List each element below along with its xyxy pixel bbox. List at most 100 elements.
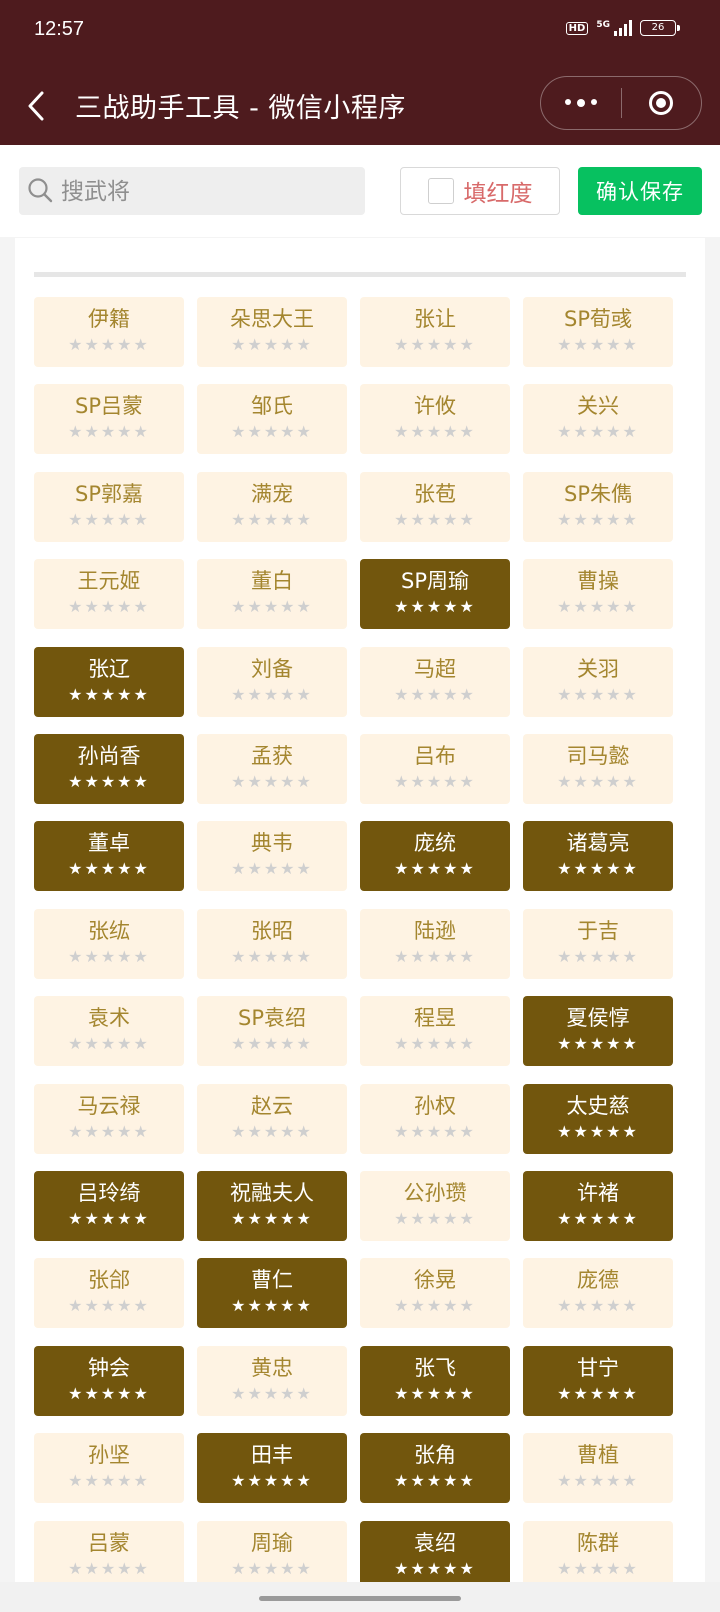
star-rating[interactable]: ★★★★★ — [197, 1209, 347, 1229]
star-rating[interactable]: ★★★★★ — [34, 685, 184, 705]
star-rating[interactable]: ★★★★★ — [360, 1559, 510, 1579]
star-rating[interactable]: ★★★★★ — [197, 772, 347, 792]
star-rating[interactable]: ★★★★★ — [34, 1034, 184, 1054]
star-rating[interactable]: ★★★★★ — [34, 422, 184, 442]
star-rating[interactable]: ★★★★★ — [34, 947, 184, 967]
star-rating[interactable]: ★★★★★ — [197, 1034, 347, 1054]
general-card[interactable]: 赵云 ★★★★★ — [197, 1083, 347, 1154]
general-card[interactable]: SP周瑜 ★★★★★ — [360, 559, 510, 630]
general-card[interactable]: 孟获 ★★★★★ — [197, 734, 347, 804]
more-button[interactable] — [541, 99, 621, 107]
general-card[interactable]: SP朱儁 ★★★★★ — [523, 471, 673, 542]
star-rating[interactable]: ★★★★★ — [360, 1471, 510, 1491]
general-card[interactable]: 朵思大王 ★★★★★ — [197, 297, 347, 367]
star-rating[interactable]: ★★★★★ — [523, 1122, 673, 1142]
star-rating[interactable]: ★★★★★ — [523, 1384, 673, 1404]
star-rating[interactable]: ★★★★★ — [34, 1471, 184, 1491]
star-rating[interactable]: ★★★★★ — [360, 1209, 510, 1229]
fill-red-toggle[interactable]: 填红度 — [400, 167, 560, 215]
general-card[interactable]: 马云禄 ★★★★★ — [34, 1083, 184, 1154]
star-rating[interactable]: ★★★★★ — [523, 597, 673, 617]
general-card[interactable]: 张纮 ★★★★★ — [34, 908, 184, 979]
general-card[interactable]: 关羽 ★★★★★ — [523, 646, 673, 717]
star-rating[interactable]: ★★★★★ — [360, 859, 510, 879]
general-card[interactable]: 公孙瓒 ★★★★★ — [360, 1171, 510, 1241]
star-rating[interactable]: ★★★★★ — [360, 422, 510, 442]
fill-red-checkbox[interactable] — [427, 178, 454, 204]
general-card[interactable]: 王元姬 ★★★★★ — [34, 559, 184, 630]
star-rating[interactable]: ★★★★★ — [197, 947, 347, 967]
star-rating[interactable]: ★★★★★ — [523, 422, 673, 442]
general-card[interactable]: 张辽 ★★★★★ — [34, 646, 184, 717]
star-rating[interactable]: ★★★★★ — [360, 597, 510, 617]
close-mini-program-button[interactable] — [622, 91, 702, 115]
star-rating[interactable]: ★★★★★ — [523, 859, 673, 879]
star-rating[interactable]: ★★★★★ — [360, 510, 510, 530]
home-indicator[interactable] — [259, 1596, 461, 1601]
general-card[interactable]: 田丰 ★★★★★ — [197, 1433, 347, 1504]
general-card[interactable]: 孙坚 ★★★★★ — [34, 1433, 184, 1504]
general-card[interactable]: 张角 ★★★★★ — [360, 1433, 510, 1504]
general-card[interactable]: SP荀彧 ★★★★★ — [523, 297, 673, 367]
star-rating[interactable]: ★★★★★ — [523, 335, 673, 355]
star-rating[interactable]: ★★★★★ — [34, 859, 184, 879]
general-card[interactable]: 典韦 ★★★★★ — [197, 821, 347, 892]
general-card[interactable]: 张郃 ★★★★★ — [34, 1258, 184, 1329]
general-card[interactable]: 董卓 ★★★★★ — [34, 821, 184, 892]
general-card[interactable]: 马超 ★★★★★ — [360, 646, 510, 717]
back-button[interactable] — [26, 90, 46, 126]
star-rating[interactable]: ★★★★★ — [197, 510, 347, 530]
general-card[interactable]: 袁术 ★★★★★ — [34, 996, 184, 1067]
general-card[interactable]: 孙权 ★★★★★ — [360, 1083, 510, 1154]
general-card[interactable]: 庞统 ★★★★★ — [360, 821, 510, 892]
star-rating[interactable]: ★★★★★ — [34, 1384, 184, 1404]
general-card[interactable]: 于吉 ★★★★★ — [523, 908, 673, 979]
general-card[interactable]: 周瑜 ★★★★★ — [197, 1520, 347, 1591]
general-card[interactable]: 程昱 ★★★★★ — [360, 996, 510, 1067]
general-card[interactable]: 袁绍 ★★★★★ — [360, 1520, 510, 1591]
star-rating[interactable]: ★★★★★ — [34, 1209, 184, 1229]
general-card[interactable]: 吕蒙 ★★★★★ — [34, 1520, 184, 1591]
general-card[interactable]: SP郭嘉 ★★★★★ — [34, 471, 184, 542]
general-card[interactable]: 张昭 ★★★★★ — [197, 908, 347, 979]
search-box[interactable] — [19, 167, 365, 217]
general-card[interactable]: 庞德 ★★★★★ — [523, 1258, 673, 1329]
star-rating[interactable]: ★★★★★ — [197, 1122, 347, 1142]
general-card[interactable]: SP袁绍 ★★★★★ — [197, 996, 347, 1067]
general-card[interactable]: 曹仁 ★★★★★ — [197, 1258, 347, 1329]
general-card[interactable]: 徐晃 ★★★★★ — [360, 1258, 510, 1329]
general-card[interactable]: 邹氏 ★★★★★ — [197, 384, 347, 455]
general-card[interactable]: 祝融夫人 ★★★★★ — [197, 1171, 347, 1241]
general-card[interactable]: 曹操 ★★★★★ — [523, 559, 673, 630]
general-card[interactable]: 甘宁 ★★★★★ — [523, 1345, 673, 1416]
star-rating[interactable]: ★★★★★ — [523, 685, 673, 705]
star-rating[interactable]: ★★★★★ — [523, 947, 673, 967]
star-rating[interactable]: ★★★★★ — [197, 335, 347, 355]
general-card[interactable]: 陆逊 ★★★★★ — [360, 908, 510, 979]
general-card[interactable]: 张飞 ★★★★★ — [360, 1345, 510, 1416]
general-card[interactable]: 孙尚香 ★★★★★ — [34, 734, 184, 804]
general-card[interactable]: 刘备 ★★★★★ — [197, 646, 347, 717]
general-card[interactable]: 太史慈 ★★★★★ — [523, 1083, 673, 1154]
star-rating[interactable]: ★★★★★ — [34, 335, 184, 355]
star-rating[interactable]: ★★★★★ — [523, 1209, 673, 1229]
general-card[interactable]: 吕布 ★★★★★ — [360, 734, 510, 804]
star-rating[interactable]: ★★★★★ — [360, 1034, 510, 1054]
star-rating[interactable]: ★★★★★ — [197, 1471, 347, 1491]
star-rating[interactable]: ★★★★★ — [197, 597, 347, 617]
search-input[interactable] — [59, 167, 353, 217]
star-rating[interactable]: ★★★★★ — [197, 1559, 347, 1579]
general-card[interactable]: 司马懿 ★★★★★ — [523, 734, 673, 804]
general-card[interactable]: 夏侯惇 ★★★★★ — [523, 996, 673, 1067]
star-rating[interactable]: ★★★★★ — [360, 685, 510, 705]
star-rating[interactable]: ★★★★★ — [360, 947, 510, 967]
general-card[interactable]: 诸葛亮 ★★★★★ — [523, 821, 673, 892]
star-rating[interactable]: ★★★★★ — [523, 1296, 673, 1316]
star-rating[interactable]: ★★★★★ — [34, 597, 184, 617]
star-rating[interactable]: ★★★★★ — [34, 1559, 184, 1579]
general-card[interactable]: 陈群 ★★★★★ — [523, 1520, 673, 1591]
star-rating[interactable]: ★★★★★ — [197, 685, 347, 705]
general-card[interactable]: 张苞 ★★★★★ — [360, 471, 510, 542]
general-card[interactable]: 伊籍 ★★★★★ — [34, 297, 184, 367]
star-rating[interactable]: ★★★★★ — [360, 1296, 510, 1316]
